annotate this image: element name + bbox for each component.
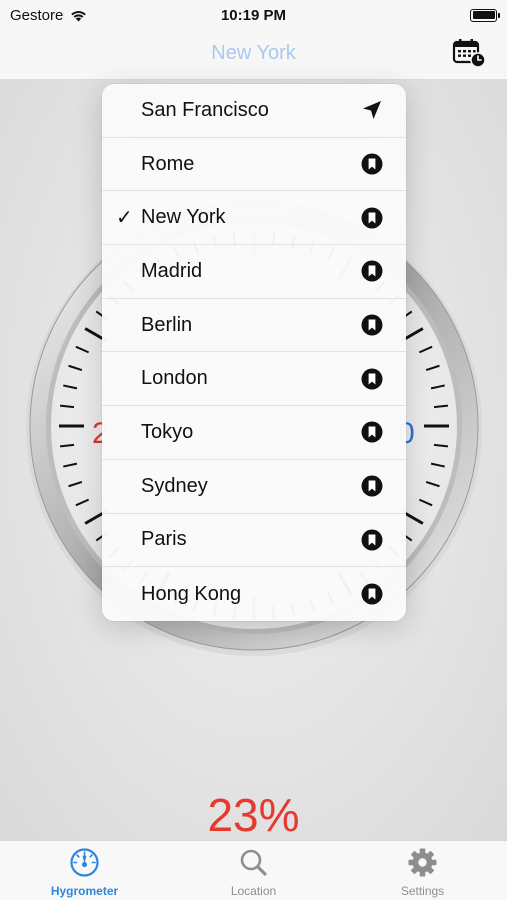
nav-title[interactable]: New York xyxy=(0,42,507,65)
tab-hygrometer[interactable]: Hygrometer xyxy=(0,841,169,900)
menu-item-berlin[interactable]: Berlin xyxy=(102,299,406,353)
bookmark-icon xyxy=(361,207,383,229)
menu-item-hong-kong[interactable]: Hong Kong xyxy=(102,567,406,621)
battery-icon xyxy=(470,8,500,22)
bookmark-icon xyxy=(361,475,383,497)
menu-item-tokyo[interactable]: Tokyo xyxy=(102,406,406,460)
tab-label: Hygrometer xyxy=(50,884,119,898)
humidity-reading: 23% xyxy=(207,789,300,841)
tab-settings[interactable]: Settings xyxy=(338,841,507,900)
carrier-label: Gestore xyxy=(10,6,64,24)
menu-item-paris[interactable]: Paris xyxy=(102,514,406,568)
tab-label: Location xyxy=(230,884,277,898)
status-bar: Gestore 10:19 PM xyxy=(0,0,507,30)
status-left: Gestore xyxy=(10,7,88,24)
bookmark-icon xyxy=(361,529,383,551)
menu-item-label: Paris xyxy=(141,528,187,551)
menu-item-label: Madrid xyxy=(141,259,203,282)
bookmark-icon xyxy=(361,314,383,336)
nav-bar: New York xyxy=(0,30,507,80)
location-arrow-icon xyxy=(361,99,383,121)
menu-item-label: Hong Kong xyxy=(141,582,242,605)
calendar-clock-icon[interactable] xyxy=(452,38,486,68)
menu-item-label: London xyxy=(141,367,208,390)
menu-item-label: Sydney xyxy=(141,474,208,497)
bookmark-icon xyxy=(361,153,383,175)
tab-label: Settings xyxy=(400,884,445,898)
menu-item-label: Rome xyxy=(141,152,195,175)
menu-item-label: Tokyo xyxy=(141,420,194,443)
tab-bar: Hygrometer Location Settings xyxy=(0,840,507,900)
menu-item-london[interactable]: London xyxy=(102,352,406,407)
magnifier-icon xyxy=(240,849,267,876)
location-menu: San Francisco Rome ✓ New York Madrid Berlin Lo… xyxy=(102,84,406,621)
wifi-icon xyxy=(71,11,87,22)
gear-icon xyxy=(408,848,437,877)
menu-item-label: New York xyxy=(141,206,226,229)
menu-item-san-francisco[interactable]: San Francisco xyxy=(102,84,406,138)
menu-item-label: San Francisco xyxy=(141,98,269,121)
menu-item-madrid[interactable]: Madrid xyxy=(102,245,406,299)
menu-item-label: Berlin xyxy=(141,313,193,336)
checkmark-icon: ✓ xyxy=(116,206,133,229)
bookmark-icon xyxy=(361,368,383,390)
menu-item-sydney[interactable]: Sydney xyxy=(102,460,406,514)
menu-item-rome[interactable]: Rome xyxy=(102,138,406,192)
bookmark-icon xyxy=(361,583,383,605)
bookmark-icon xyxy=(361,260,383,282)
bookmark-icon xyxy=(361,421,383,443)
menu-item-new-york[interactable]: ✓ New York xyxy=(102,191,406,246)
tab-location[interactable]: Location xyxy=(169,841,338,900)
gauge-icon xyxy=(70,848,99,877)
